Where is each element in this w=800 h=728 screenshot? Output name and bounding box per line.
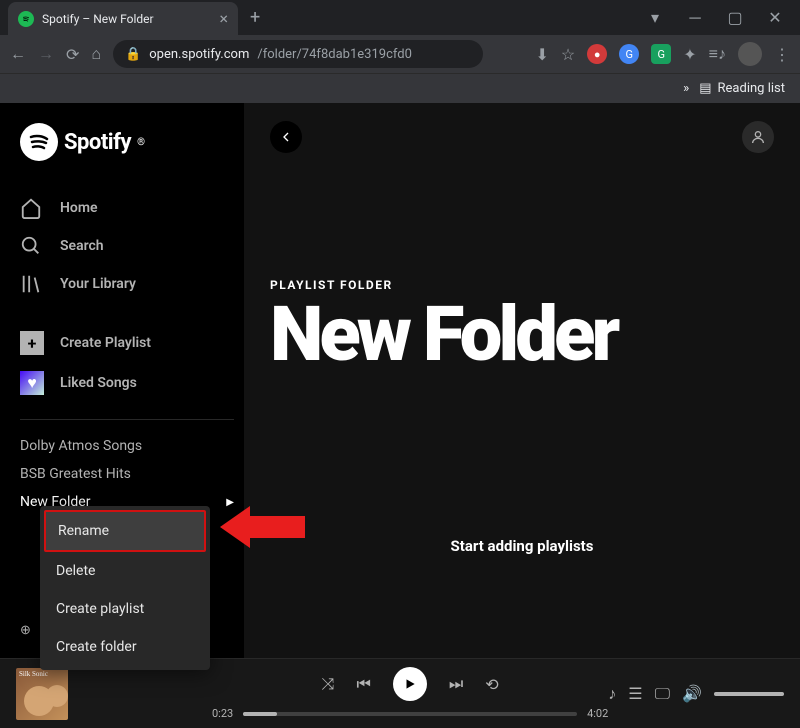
playlist-label: Dolby Atmos Songs bbox=[20, 438, 142, 454]
context-create-folder[interactable]: Create folder bbox=[44, 628, 206, 666]
url-path: /folder/74f8dab1e319cfd0 bbox=[257, 47, 412, 62]
reading-list-icon: ▤ bbox=[699, 81, 711, 96]
context-create-playlist[interactable]: Create playlist bbox=[44, 590, 206, 628]
empty-state-text: Start adding playlists bbox=[270, 537, 774, 555]
address-bar[interactable]: 🔒 open.spotify.com/folder/74f8dab1e319cf… bbox=[113, 40, 483, 68]
browser-tab[interactable]: Spotify – New Folder × bbox=[8, 2, 238, 35]
nav-search[interactable]: Search bbox=[20, 227, 234, 265]
nav-home[interactable]: Home bbox=[20, 189, 234, 227]
forward-icon[interactable]: → bbox=[38, 44, 54, 64]
bookmark-bar: » ▤ Reading list bbox=[0, 73, 800, 103]
puzzle-extensions-icon[interactable]: ✦ bbox=[683, 45, 696, 64]
close-window-icon[interactable]: ✕ bbox=[765, 8, 785, 28]
queue-icon[interactable]: ☰ bbox=[628, 684, 642, 703]
context-menu: Rename Delete Create playlist Create fol… bbox=[40, 506, 210, 670]
playlist-item[interactable]: BSB Greatest Hits bbox=[20, 460, 234, 488]
spotify-favicon bbox=[18, 11, 34, 27]
user-profile-button[interactable] bbox=[742, 121, 774, 153]
context-delete[interactable]: Delete bbox=[44, 552, 206, 590]
home-icon[interactable]: ⌂ bbox=[91, 44, 101, 64]
shuffle-icon[interactable]: ⤨ bbox=[322, 674, 335, 694]
volume-icon[interactable]: 🔊 bbox=[682, 684, 702, 703]
folder-title[interactable]: New Folder bbox=[270, 296, 774, 372]
nav-library[interactable]: Your Library bbox=[20, 265, 234, 303]
playlist-label: BSB Greatest Hits bbox=[20, 466, 131, 482]
playlist-item[interactable]: Dolby Atmos Songs bbox=[20, 432, 234, 460]
nav-liked-songs[interactable]: ♥ Liked Songs bbox=[20, 363, 234, 403]
window-controls: ▾ ─ ▢ ✕ bbox=[645, 8, 800, 28]
nav-create-label: Create Playlist bbox=[60, 335, 151, 351]
reload-icon[interactable]: ⟳ bbox=[66, 45, 79, 64]
progress-bar[interactable] bbox=[243, 712, 577, 716]
spotify-app: Spotify® Home Search Your Library + Crea… bbox=[0, 103, 800, 658]
browser-tab-strip: Spotify – New Folder × + ▾ ─ ▢ ✕ bbox=[0, 0, 800, 35]
back-icon[interactable]: ← bbox=[10, 44, 26, 64]
profile-avatar[interactable] bbox=[738, 42, 762, 66]
tab-title: Spotify – New Folder bbox=[42, 12, 211, 26]
library-icon bbox=[20, 273, 44, 295]
new-tab-button[interactable]: + bbox=[250, 7, 260, 28]
heart-icon: ♥ bbox=[20, 371, 44, 395]
media-control-icon[interactable]: ≡♪ bbox=[709, 44, 726, 64]
close-tab-icon[interactable]: × bbox=[219, 9, 228, 28]
lock-icon: 🔒 bbox=[125, 47, 141, 62]
nav-search-label: Search bbox=[60, 238, 104, 254]
nav-create-playlist[interactable]: + Create Playlist bbox=[20, 323, 234, 363]
player-controls: ⤨ ⏮ ⏭ ⟲ 0:23 4:02 bbox=[212, 667, 608, 720]
menu-dots-icon[interactable]: ⋮ bbox=[774, 45, 790, 64]
next-icon[interactable]: ⏭ bbox=[449, 674, 463, 694]
url-host: open.spotify.com bbox=[149, 47, 249, 62]
nav-back-button[interactable] bbox=[270, 121, 302, 153]
lyrics-icon[interactable]: ♪ bbox=[608, 684, 616, 704]
devices-icon[interactable]: 🖵 bbox=[655, 684, 670, 704]
reading-list-button[interactable]: ▤ Reading list bbox=[699, 81, 785, 96]
nav-liked-label: Liked Songs bbox=[60, 375, 137, 391]
nav-home-label: Home bbox=[60, 200, 98, 216]
volume-slider[interactable] bbox=[714, 692, 784, 696]
maximize-icon[interactable]: ▢ bbox=[725, 8, 745, 28]
search-icon bbox=[20, 235, 44, 257]
home-icon bbox=[20, 197, 44, 219]
overflow-icon[interactable]: » bbox=[683, 81, 689, 96]
repeat-icon[interactable]: ⟲ bbox=[485, 675, 498, 694]
install-app-icon[interactable]: ⬇ bbox=[536, 45, 549, 64]
spotify-logo[interactable]: Spotify® bbox=[20, 123, 234, 161]
sidebar: Spotify® Home Search Your Library + Crea… bbox=[0, 103, 244, 658]
spotify-logo-text: Spotify bbox=[64, 130, 131, 155]
context-rename[interactable]: Rename bbox=[44, 510, 206, 552]
playlist-list: Dolby Atmos Songs BSB Greatest Hits New … bbox=[20, 419, 234, 516]
main-content: PLAYLIST FOLDER New Folder Start adding … bbox=[244, 103, 800, 658]
grammarly-icon[interactable]: G bbox=[651, 44, 671, 64]
nav-library-label: Your Library bbox=[60, 276, 136, 292]
translate-icon[interactable]: G bbox=[619, 44, 639, 64]
browser-toolbar: ← → ⟳ ⌂ 🔒 open.spotify.com/folder/74f8da… bbox=[0, 35, 800, 73]
spotify-logo-icon bbox=[20, 123, 58, 161]
plus-icon: + bbox=[20, 331, 44, 355]
primary-nav: Home Search Your Library + Create Playli… bbox=[20, 189, 234, 403]
bookmark-star-icon[interactable]: ☆ bbox=[561, 45, 575, 64]
time-current: 0:23 bbox=[212, 707, 233, 720]
volume-controls: ♪ ☰ 🖵 🔊 bbox=[608, 684, 784, 704]
previous-icon[interactable]: ⏮ bbox=[356, 674, 370, 694]
play-button[interactable] bbox=[393, 667, 427, 701]
arrow-annotation bbox=[220, 498, 305, 556]
chevron-down-icon[interactable]: ▾ bbox=[645, 8, 665, 28]
reading-list-label: Reading list bbox=[718, 81, 785, 96]
minimize-icon[interactable]: ─ bbox=[685, 8, 705, 28]
time-total: 4:02 bbox=[587, 707, 608, 720]
download-icon: ⊕ bbox=[20, 623, 31, 638]
album-art[interactable] bbox=[16, 668, 68, 720]
extension-icon[interactable]: ● bbox=[587, 44, 607, 64]
